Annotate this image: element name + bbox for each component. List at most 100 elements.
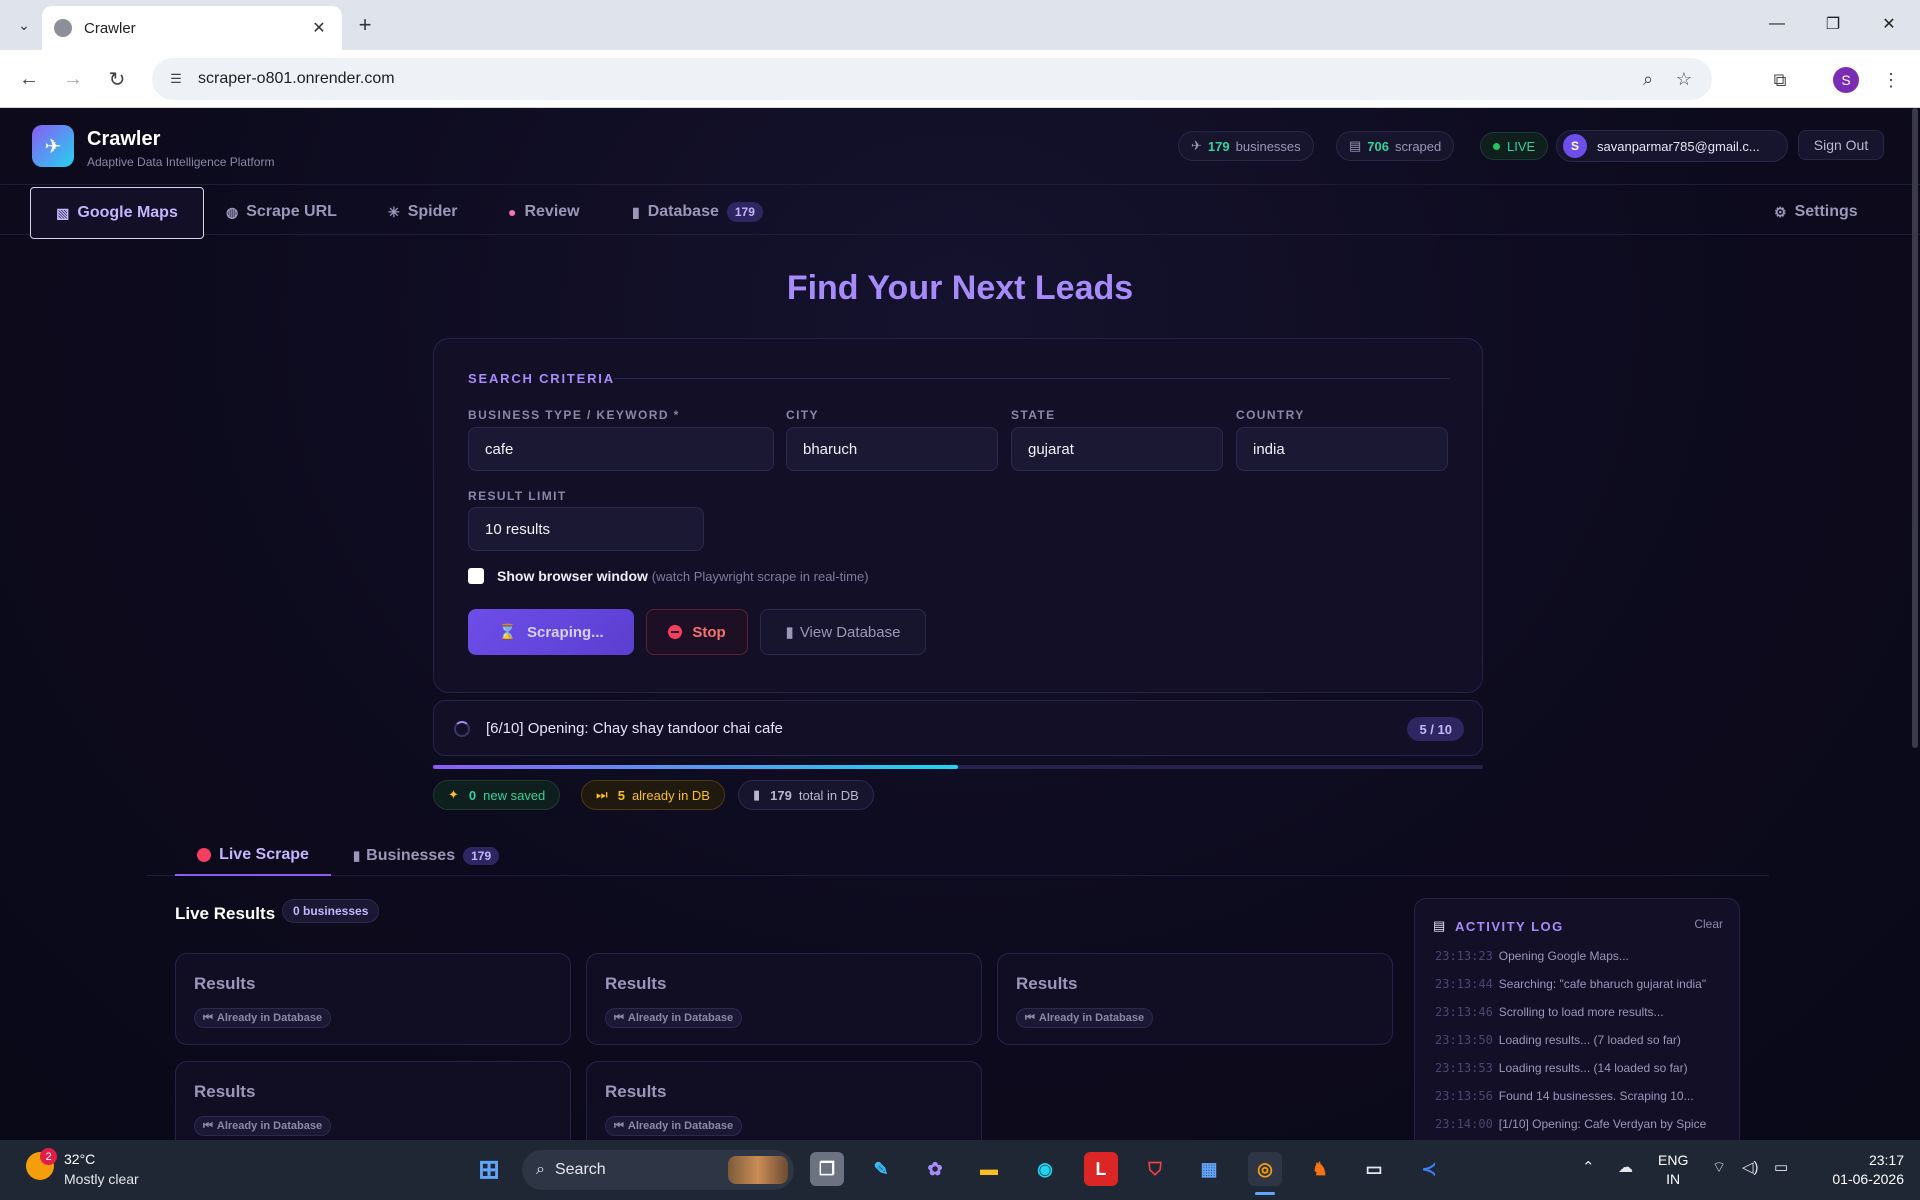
restore-icon[interactable]: ❐	[1810, 8, 1856, 40]
task-view-icon[interactable]: ❐	[810, 1152, 844, 1186]
scrape-button-label: Scraping...	[527, 623, 604, 641]
businesses-pill: ✈ 179 businesses	[1178, 131, 1314, 161]
vscode-icon[interactable]: ≺	[1412, 1152, 1446, 1186]
more-menu-icon[interactable]: ⋮	[1876, 65, 1906, 95]
country-label: COUNTRY	[1236, 408, 1305, 422]
language-indicator[interactable]: ENG IN	[1658, 1151, 1688, 1189]
onedrive-icon[interactable]: ☁	[1618, 1158, 1633, 1176]
zoom-icon[interactable]: ⌕	[1634, 69, 1662, 90]
result-card[interactable]: Results ⏮ Already in Database	[175, 953, 571, 1045]
settings-button[interactable]: ⚙ Settings	[1774, 187, 1858, 237]
view-database-button[interactable]: ▮ View Database	[760, 609, 926, 655]
total-count: 179	[770, 787, 792, 803]
globe-icon	[54, 19, 72, 37]
region-code: IN	[1666, 1171, 1681, 1187]
back-arrow-icon[interactable]: ←	[14, 64, 44, 94]
tab-database[interactable]: ▮ Database 179	[632, 187, 763, 237]
search-highlight-image	[728, 1156, 788, 1184]
result-card-title: Results	[605, 1082, 667, 1101]
city-input[interactable]: bharuch	[786, 427, 998, 471]
battery-icon[interactable]: ▭	[1774, 1158, 1788, 1176]
weather-temperature: 32°C	[64, 1151, 96, 1167]
l-app-icon[interactable]: L	[1084, 1152, 1118, 1186]
log-time: 23:13:23	[1435, 949, 1493, 963]
result-status: Already in Database	[627, 1012, 734, 1024]
keyword-label: BUSINESS TYPE / KEYWORD *	[468, 408, 680, 422]
reload-icon[interactable]: ↻	[102, 64, 132, 94]
browser-profile-avatar[interactable]: S	[1833, 67, 1859, 93]
businesses-count-badge: 179	[463, 847, 500, 865]
close-tab-icon[interactable]: ✕	[308, 18, 330, 38]
minimize-icon[interactable]: —	[1754, 8, 1800, 40]
tab-search-chevron-icon[interactable]: ⌄	[10, 12, 38, 38]
result-status: Already in Database	[216, 1012, 323, 1024]
terminal-icon[interactable]: ▭	[1357, 1152, 1391, 1186]
hourglass-icon: ⌛	[498, 624, 517, 641]
tab-label: Google Maps	[77, 204, 178, 221]
log-time: 23:13:44	[1435, 977, 1493, 991]
clock-date: 01-06-2026	[1832, 1171, 1904, 1187]
result-limit-select[interactable]: 10 results	[468, 507, 704, 551]
close-window-icon[interactable]: ✕	[1866, 8, 1912, 40]
url-field[interactable]: ☰ scraper-o801.onrender.com ⌕ ☆	[152, 58, 1712, 100]
bookmark-star-icon[interactable]: ☆	[1670, 69, 1698, 90]
weather-alert-badge: 2	[40, 1148, 57, 1165]
app-root: ✈ Crawler Adaptive Data Intelligence Pla…	[0, 108, 1920, 1140]
show-browser-label: Show browser window (watch Playwright sc…	[497, 568, 869, 584]
tab-live-scrape[interactable]: Live Scrape	[175, 836, 331, 876]
scrape-button[interactable]: ⌛ Scraping...	[468, 609, 634, 655]
file-explorer-icon[interactable]: ▬	[972, 1152, 1006, 1186]
app-icon[interactable]: ✎	[864, 1152, 898, 1186]
country-input[interactable]: india	[1236, 427, 1448, 471]
tab-businesses[interactable]: ▮ Businesses 179	[353, 836, 500, 876]
view-database-label: View Database	[799, 623, 901, 641]
new-tab-icon[interactable]: +	[350, 10, 380, 40]
site-settings-icon[interactable]: ☰	[166, 69, 186, 89]
result-card[interactable]: Results ⏮ Already in Database	[997, 953, 1393, 1045]
tab-scrape-url[interactable]: ◍ Scrape URL	[226, 187, 337, 237]
businesses-count: 179	[1207, 138, 1230, 154]
keyword-input[interactable]: cafe	[468, 427, 774, 471]
result-card[interactable]: Results ⏮ Already in Database	[175, 1061, 571, 1140]
result-status: Already in Database	[627, 1120, 734, 1132]
tab-label: Scrape URL	[246, 203, 337, 220]
progress-message: [6/10] Opening: Chay shay tandoor chai c…	[486, 720, 783, 737]
user-email: savanparmar785@gmail.c...	[1597, 138, 1760, 154]
stop-button[interactable]: Stop	[646, 609, 748, 655]
microsoft-store-icon[interactable]: ▦	[1192, 1152, 1226, 1186]
result-card[interactable]: Results ⏮ Already in Database	[586, 953, 982, 1045]
state-input[interactable]: gujarat	[1011, 427, 1223, 471]
windows-start-icon[interactable]: ⊞	[472, 1152, 506, 1186]
progress-bar-fill	[433, 765, 958, 769]
clock[interactable]: 23:17 01-06-2026	[1818, 1151, 1904, 1189]
volume-icon[interactable]: ◁)	[1742, 1158, 1759, 1176]
edge-browser-icon[interactable]: ◉	[1028, 1152, 1062, 1186]
taskbar-search[interactable]: ⌕ Search	[522, 1150, 794, 1190]
wifi-icon[interactable]: ⌔	[1712, 1158, 1726, 1177]
tab-review[interactable]: ● Review	[508, 187, 580, 237]
sign-out-button[interactable]: Sign Out	[1798, 130, 1884, 160]
clear-log-button[interactable]: Clear	[1694, 917, 1723, 931]
mcafee-icon[interactable]: ⛉	[1138, 1152, 1172, 1186]
show-browser-hint: (watch Playwright scrape in real-time)	[651, 569, 869, 584]
page-scrollbar[interactable]	[1912, 108, 1918, 748]
app-header: ✈ Crawler Adaptive Data Intelligence Pla…	[0, 108, 1920, 185]
scrape-progress-status: [6/10] Opening: Chay shay tandoor chai c…	[433, 700, 1483, 756]
browser-tab[interactable]: Crawler ✕	[42, 6, 342, 50]
tab-title: Crawler	[84, 19, 136, 37]
copilot-icon[interactable]: ✿	[918, 1152, 952, 1186]
url-text: scraper-o801.onrender.com	[198, 70, 395, 87]
weather-description: Mostly clear	[64, 1171, 139, 1187]
brave-icon[interactable]: ♞	[1303, 1152, 1337, 1186]
tab-google-maps[interactable]: ▧ Google Maps	[30, 187, 204, 239]
tab-spider[interactable]: ✳ Spider	[388, 187, 458, 237]
chrome-icon[interactable]: ◎	[1248, 1152, 1282, 1186]
user-account[interactable]: S savanparmar785@gmail.c...	[1556, 130, 1788, 162]
result-card[interactable]: Results ⏮ Already in Database	[586, 1061, 982, 1140]
extensions-puzzle-icon[interactable]: ⧉	[1765, 65, 1795, 95]
show-hidden-icons-icon[interactable]: ⌃	[1582, 1158, 1595, 1176]
tab-label: Businesses	[366, 847, 456, 864]
forward-arrow-icon[interactable]: →	[58, 64, 88, 94]
show-browser-checkbox[interactable]	[468, 568, 484, 584]
live-status-badge: LIVE	[1480, 132, 1549, 160]
